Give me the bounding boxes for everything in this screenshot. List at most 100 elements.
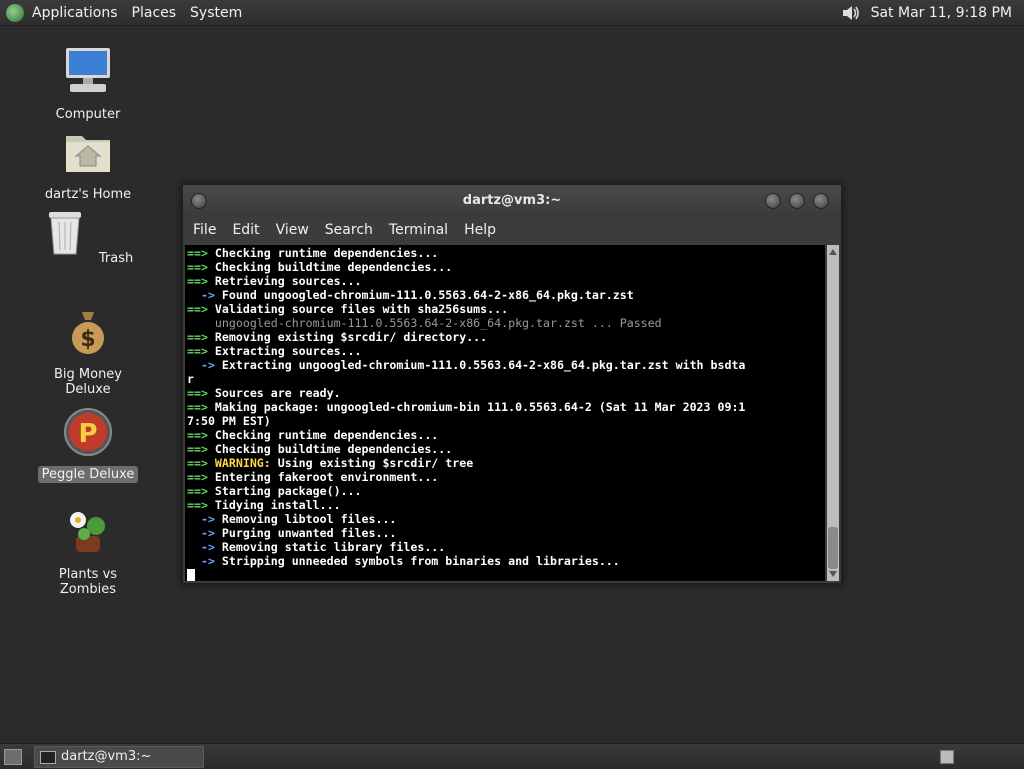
terminal-window[interactable]: dartz@vm3:~ File Edit View Search Termin…	[182, 184, 842, 584]
line-prefix: ==>	[187, 274, 215, 288]
desktop-icon-label: Plants vs Zombies	[58, 567, 118, 597]
line-prefix: ==>	[187, 428, 215, 442]
computer-icon	[66, 48, 110, 92]
line-prefix: ==>	[187, 260, 215, 274]
line-prefix: ==>	[187, 400, 215, 414]
taskbar-item-label: dartz@vm3:~	[61, 749, 152, 764]
scroll-up-icon[interactable]	[829, 249, 837, 255]
line-text: Removing libtool files...	[221, 512, 397, 526]
line-prefix: ==>	[187, 386, 215, 400]
terminal-line: ==> Checking runtime dependencies...	[187, 428, 825, 442]
line-text: Sources are ready.	[214, 386, 341, 400]
line-text: Entering fakeroot environment...	[214, 470, 439, 484]
terminal-cursor-line	[187, 568, 825, 581]
line-prefix: ==>	[187, 470, 215, 484]
menu-view[interactable]: View	[276, 222, 309, 238]
line-prefix: ->	[187, 540, 222, 554]
terminal-icon	[40, 751, 56, 764]
menu-applications[interactable]: Applications	[32, 5, 118, 21]
svg-text:P: P	[78, 419, 97, 449]
maximize-button[interactable]	[789, 193, 805, 209]
window-titlebar[interactable]: dartz@vm3:~	[183, 185, 841, 217]
desktop-icon-label: Trash	[98, 251, 134, 266]
terminal-scrollbar[interactable]	[827, 245, 839, 581]
line-text: ungoogled-chromium-111.0.5563.64-2-x86_6…	[214, 316, 662, 330]
line-text: Making package: ungoogled-chromium-bin 1…	[214, 400, 746, 414]
desktop-icon-label: Peggle Deluxe	[37, 466, 139, 483]
terminal-line: r	[187, 372, 825, 386]
terminal-line: ==> Sources are ready.	[187, 386, 825, 400]
svg-text:$: $	[80, 327, 95, 352]
desktop-icon-home[interactable]: dartz's Home	[28, 126, 148, 203]
terminal-menubar: File Edit View Search Terminal Help	[183, 217, 841, 243]
line-text: Extracting sources...	[214, 344, 362, 358]
show-desktop-icon[interactable]	[4, 749, 22, 765]
terminal-line: -> Removing static library files...	[187, 540, 825, 554]
terminal-line: 7:50 PM EST)	[187, 414, 825, 428]
terminal-line: -> Extracting ungoogled-chromium-111.0.5…	[187, 358, 825, 372]
line-prefix: ->	[187, 554, 222, 568]
menu-places[interactable]: Places	[132, 5, 177, 21]
terminal-line: ==> Checking runtime dependencies...	[187, 246, 825, 260]
line-prefix: ==>	[187, 330, 215, 344]
scrollbar-thumb[interactable]	[828, 527, 838, 569]
distro-logo-icon[interactable]	[6, 3, 24, 22]
minimize-button[interactable]	[765, 193, 781, 209]
top-panel: Applications Places System Sat Mar 11, 9…	[0, 0, 1024, 26]
window-menu-icon[interactable]	[191, 193, 207, 209]
desktop-icon-trash[interactable]: Trash	[28, 206, 148, 267]
money-bag-icon: $	[72, 312, 104, 354]
workspace-switcher[interactable]	[940, 750, 954, 764]
line-text: Tidying install...	[214, 498, 341, 512]
line-prefix: ==>	[187, 456, 215, 470]
line-text: Using existing $srcdir/ tree	[270, 456, 474, 470]
line-prefix: ->	[187, 512, 222, 526]
terminal-line: ==> Retrieving sources...	[187, 274, 825, 288]
line-prefix: ->	[187, 288, 222, 302]
menu-system[interactable]: System	[190, 5, 242, 21]
desktop-icon-plants-vs-zombies[interactable]: Plants vs Zombies	[28, 506, 148, 598]
menu-file[interactable]: File	[193, 222, 216, 238]
plants-icon	[70, 512, 105, 552]
line-text: Checking runtime dependencies...	[214, 428, 439, 442]
menu-search[interactable]: Search	[325, 222, 373, 238]
menu-help[interactable]: Help	[464, 222, 496, 238]
terminal-line: -> Stripping unneeded symbols from binar…	[187, 554, 825, 568]
desktop-icon-computer[interactable]: Computer	[28, 46, 148, 123]
close-button[interactable]	[813, 193, 829, 209]
desktop-icon-peggle-deluxe[interactable]: P Peggle Deluxe	[28, 406, 148, 483]
line-text: Purging unwanted files...	[221, 526, 397, 540]
terminal-line: ==> WARNING: Using existing $srcdir/ tre…	[187, 456, 825, 470]
terminal-line: -> Found ungoogled-chromium-111.0.5563.6…	[187, 288, 825, 302]
line-text: Found ungoogled-chromium-111.0.5563.64-2…	[221, 288, 634, 302]
terminal-cursor	[187, 569, 195, 581]
volume-icon[interactable]	[841, 3, 861, 23]
line-prefix: ==>	[187, 498, 215, 512]
terminal-line: -> Removing libtool files...	[187, 512, 825, 526]
warning-label: WARNING:	[214, 456, 271, 470]
line-prefix	[187, 316, 215, 330]
clock[interactable]: Sat Mar 11, 9:18 PM	[871, 5, 1012, 21]
menu-terminal[interactable]: Terminal	[389, 222, 448, 238]
line-text: Validating source files with sha256sums.…	[214, 302, 509, 316]
line-prefix: ==>	[187, 302, 215, 316]
terminal-output[interactable]: ==> Checking runtime dependencies... ==> …	[185, 245, 825, 581]
desktop-icon-label: dartz's Home	[44, 187, 132, 202]
line-prefix: ->	[187, 358, 222, 372]
terminal-line: ==> Checking buildtime dependencies...	[187, 260, 825, 274]
desktop-icon-label: Computer	[55, 107, 121, 122]
scroll-down-icon[interactable]	[829, 571, 837, 577]
line-prefix: ==>	[187, 442, 215, 456]
desktop-icon-big-money-deluxe[interactable]: $ Big Money Deluxe	[28, 306, 148, 398]
terminal-line: ==> Making package: ungoogled-chromium-b…	[187, 400, 825, 414]
line-text: Removing static library files...	[221, 540, 446, 554]
line-text: Extracting ungoogled-chromium-111.0.5563…	[221, 358, 746, 372]
terminal-line: ==> Starting package()...	[187, 484, 825, 498]
terminal-line: ==> Validating source files with sha256s…	[187, 302, 825, 316]
line-text: Stripping unneeded symbols from binaries…	[221, 554, 620, 568]
terminal-line: ==> Tidying install...	[187, 498, 825, 512]
terminal-line: -> Purging unwanted files...	[187, 526, 825, 540]
taskbar-item-terminal[interactable]: dartz@vm3:~	[34, 746, 204, 768]
bottom-panel: dartz@vm3:~	[0, 743, 1024, 769]
menu-edit[interactable]: Edit	[232, 222, 259, 238]
